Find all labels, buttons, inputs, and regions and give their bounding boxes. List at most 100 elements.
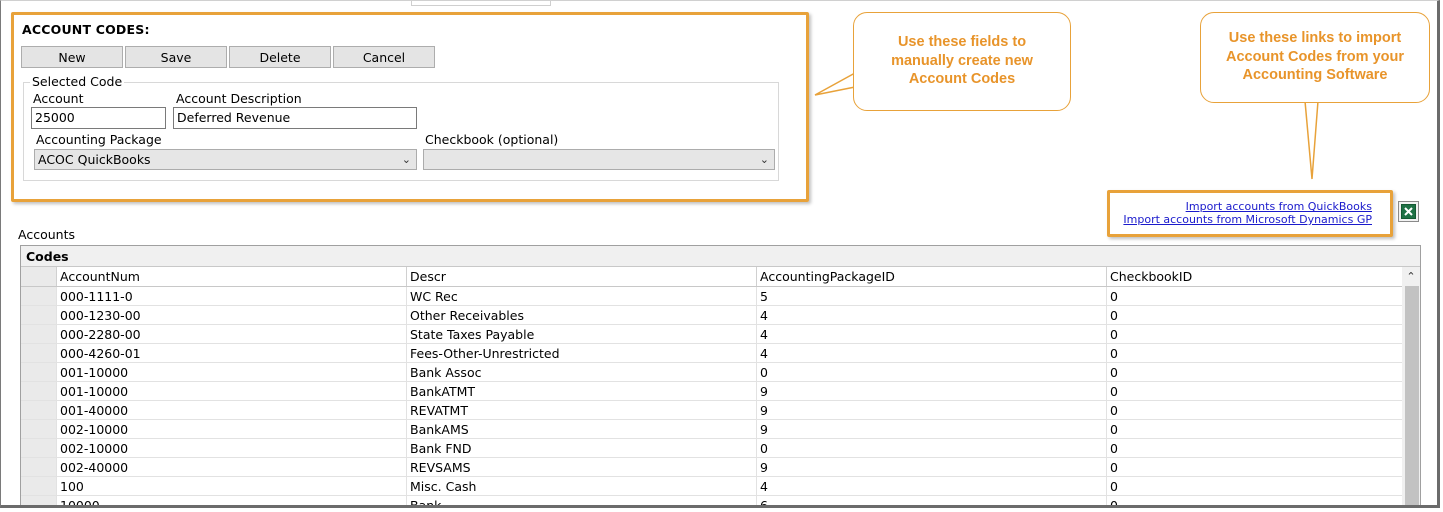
- table-cell[interactable]: BankAMS: [407, 420, 757, 438]
- table-row[interactable]: 001-40000 REVATMT 9 0: [21, 401, 1420, 420]
- table-cell[interactable]: 4: [757, 325, 1107, 343]
- table-cell[interactable]: 4: [757, 344, 1107, 362]
- table-cell[interactable]: 0: [1107, 477, 1403, 495]
- chevron-up-icon[interactable]: ⌃: [1402, 267, 1420, 286]
- table-cell[interactable]: 000-2280-00: [57, 325, 407, 343]
- table-cell[interactable]: 0: [757, 363, 1107, 381]
- table-cell[interactable]: 0: [1107, 458, 1403, 476]
- row-selector[interactable]: [21, 439, 57, 457]
- table-cell[interactable]: 000-1111-0: [57, 287, 407, 305]
- accounting-package-label: Accounting Package: [36, 132, 162, 147]
- table-cell[interactable]: 9: [757, 420, 1107, 438]
- table-row[interactable]: 002-10000 BankAMS 9 0: [21, 420, 1420, 439]
- row-selector[interactable]: [21, 287, 57, 305]
- table-cell[interactable]: 4: [757, 477, 1107, 495]
- table-cell[interactable]: 10000: [57, 496, 407, 505]
- table-cell[interactable]: Fees-Other-Unrestricted: [407, 344, 757, 362]
- column-header[interactable]: Descr: [407, 267, 757, 286]
- cancel-button[interactable]: Cancel: [333, 46, 435, 68]
- table-cell[interactable]: 0: [1107, 363, 1403, 381]
- section-title: ACCOUNT CODES:: [22, 22, 150, 37]
- grid-caption: Codes: [21, 246, 1420, 267]
- table-row[interactable]: 001-10000 BankATMT 9 0: [21, 382, 1420, 401]
- row-selector[interactable]: [21, 458, 57, 476]
- account-field[interactable]: 25000: [31, 107, 166, 129]
- chevron-down-icon: ⌄: [401, 153, 411, 166]
- accounting-package-select[interactable]: ACOC QuickBooks ⌄: [34, 149, 417, 170]
- table-cell[interactable]: 9: [757, 382, 1107, 400]
- delete-button[interactable]: Delete: [229, 46, 331, 68]
- table-cell[interactable]: 0: [1107, 439, 1403, 457]
- table-cell[interactable]: REVSAMS: [407, 458, 757, 476]
- table-cell[interactable]: 0: [1107, 401, 1403, 419]
- save-button[interactable]: Save: [125, 46, 227, 68]
- table-cell[interactable]: 0: [757, 439, 1107, 457]
- table-cell[interactable]: 0: [1107, 420, 1403, 438]
- table-cell[interactable]: 5: [757, 287, 1107, 305]
- table-cell[interactable]: 002-10000: [57, 439, 407, 457]
- row-selector[interactable]: [21, 420, 57, 438]
- table-row[interactable]: 002-10000 Bank FND 0 0: [21, 439, 1420, 458]
- account-label: Account: [33, 91, 84, 106]
- table-row[interactable]: 10000 Bank 6 0: [21, 496, 1420, 505]
- column-header[interactable]: CheckbookID: [1107, 267, 1403, 286]
- table-cell[interactable]: 0: [1107, 382, 1403, 400]
- row-selector[interactable]: [21, 325, 57, 343]
- checkbook-label: Checkbook (optional): [425, 132, 559, 147]
- column-header[interactable]: AccountNum: [57, 267, 407, 286]
- row-selector[interactable]: [21, 363, 57, 381]
- table-cell[interactable]: 000-1230-00: [57, 306, 407, 324]
- callout-import-links: Use these links to import Account Codes …: [1200, 12, 1430, 103]
- table-cell[interactable]: 001-10000: [57, 363, 407, 381]
- window-frame: ACCOUNT CODES: New Save Delete Cancel Se…: [0, 0, 1440, 508]
- table-cell[interactable]: 9: [757, 458, 1107, 476]
- table-row[interactable]: 000-1111-0 WC Rec 5 0: [21, 287, 1420, 306]
- row-selector[interactable]: [21, 382, 57, 400]
- callout-links-text: Use these links to import Account Codes …: [1225, 30, 1405, 83]
- table-cell[interactable]: WC Rec: [407, 287, 757, 305]
- checkbook-select[interactable]: ⌄: [423, 149, 775, 170]
- new-button[interactable]: New: [21, 46, 123, 68]
- table-row[interactable]: 000-2280-00 State Taxes Payable 4 0: [21, 325, 1420, 344]
- table-cell[interactable]: 0: [1107, 325, 1403, 343]
- table-cell[interactable]: State Taxes Payable: [407, 325, 757, 343]
- column-header[interactable]: AccountingPackageID: [757, 267, 1107, 286]
- table-cell[interactable]: REVATMT: [407, 401, 757, 419]
- scrollbar-thumb[interactable]: [1405, 286, 1419, 505]
- import-dynamics-link[interactable]: Import accounts from Microsoft Dynamics …: [1123, 213, 1372, 226]
- table-cell[interactable]: Other Receivables: [407, 306, 757, 324]
- table-cell[interactable]: 0: [1107, 344, 1403, 362]
- row-selector[interactable]: [21, 306, 57, 324]
- table-cell[interactable]: 0: [1107, 496, 1403, 505]
- table-cell[interactable]: Misc. Cash: [407, 477, 757, 495]
- table-row[interactable]: 000-4260-01 Fees-Other-Unrestricted 4 0: [21, 344, 1420, 363]
- table-row[interactable]: 000-1230-00 Other Receivables 4 0: [21, 306, 1420, 325]
- import-quickbooks-link[interactable]: Import accounts from QuickBooks: [1186, 200, 1372, 213]
- table-cell[interactable]: 100: [57, 477, 407, 495]
- vertical-scrollbar[interactable]: ⌃: [1402, 267, 1420, 505]
- row-selector[interactable]: [21, 477, 57, 495]
- table-cell[interactable]: BankATMT: [407, 382, 757, 400]
- table-row[interactable]: 002-40000 REVSAMS 9 0: [21, 458, 1420, 477]
- table-cell[interactable]: Bank Assoc: [407, 363, 757, 381]
- account-description-field[interactable]: Deferred Revenue: [173, 107, 417, 129]
- table-cell[interactable]: 001-10000: [57, 382, 407, 400]
- table-row[interactable]: 001-10000 Bank Assoc 0 0: [21, 363, 1420, 382]
- table-cell[interactable]: Bank FND: [407, 439, 757, 457]
- table-cell[interactable]: 001-40000: [57, 401, 407, 419]
- row-selector[interactable]: [21, 344, 57, 362]
- table-row[interactable]: 100 Misc. Cash 4 0: [21, 477, 1420, 496]
- table-cell[interactable]: 000-4260-01: [57, 344, 407, 362]
- row-selector[interactable]: [21, 401, 57, 419]
- table-cell[interactable]: 0: [1107, 287, 1403, 305]
- table-cell[interactable]: 002-40000: [57, 458, 407, 476]
- chevron-down-icon: ⌄: [759, 153, 769, 166]
- table-cell[interactable]: 4: [757, 306, 1107, 324]
- row-selector[interactable]: [21, 496, 57, 505]
- table-cell[interactable]: 002-10000: [57, 420, 407, 438]
- table-cell[interactable]: 6: [757, 496, 1107, 505]
- table-cell[interactable]: 0: [1107, 306, 1403, 324]
- table-cell[interactable]: 9: [757, 401, 1107, 419]
- excel-icon[interactable]: [1398, 201, 1419, 222]
- table-cell[interactable]: Bank: [407, 496, 757, 505]
